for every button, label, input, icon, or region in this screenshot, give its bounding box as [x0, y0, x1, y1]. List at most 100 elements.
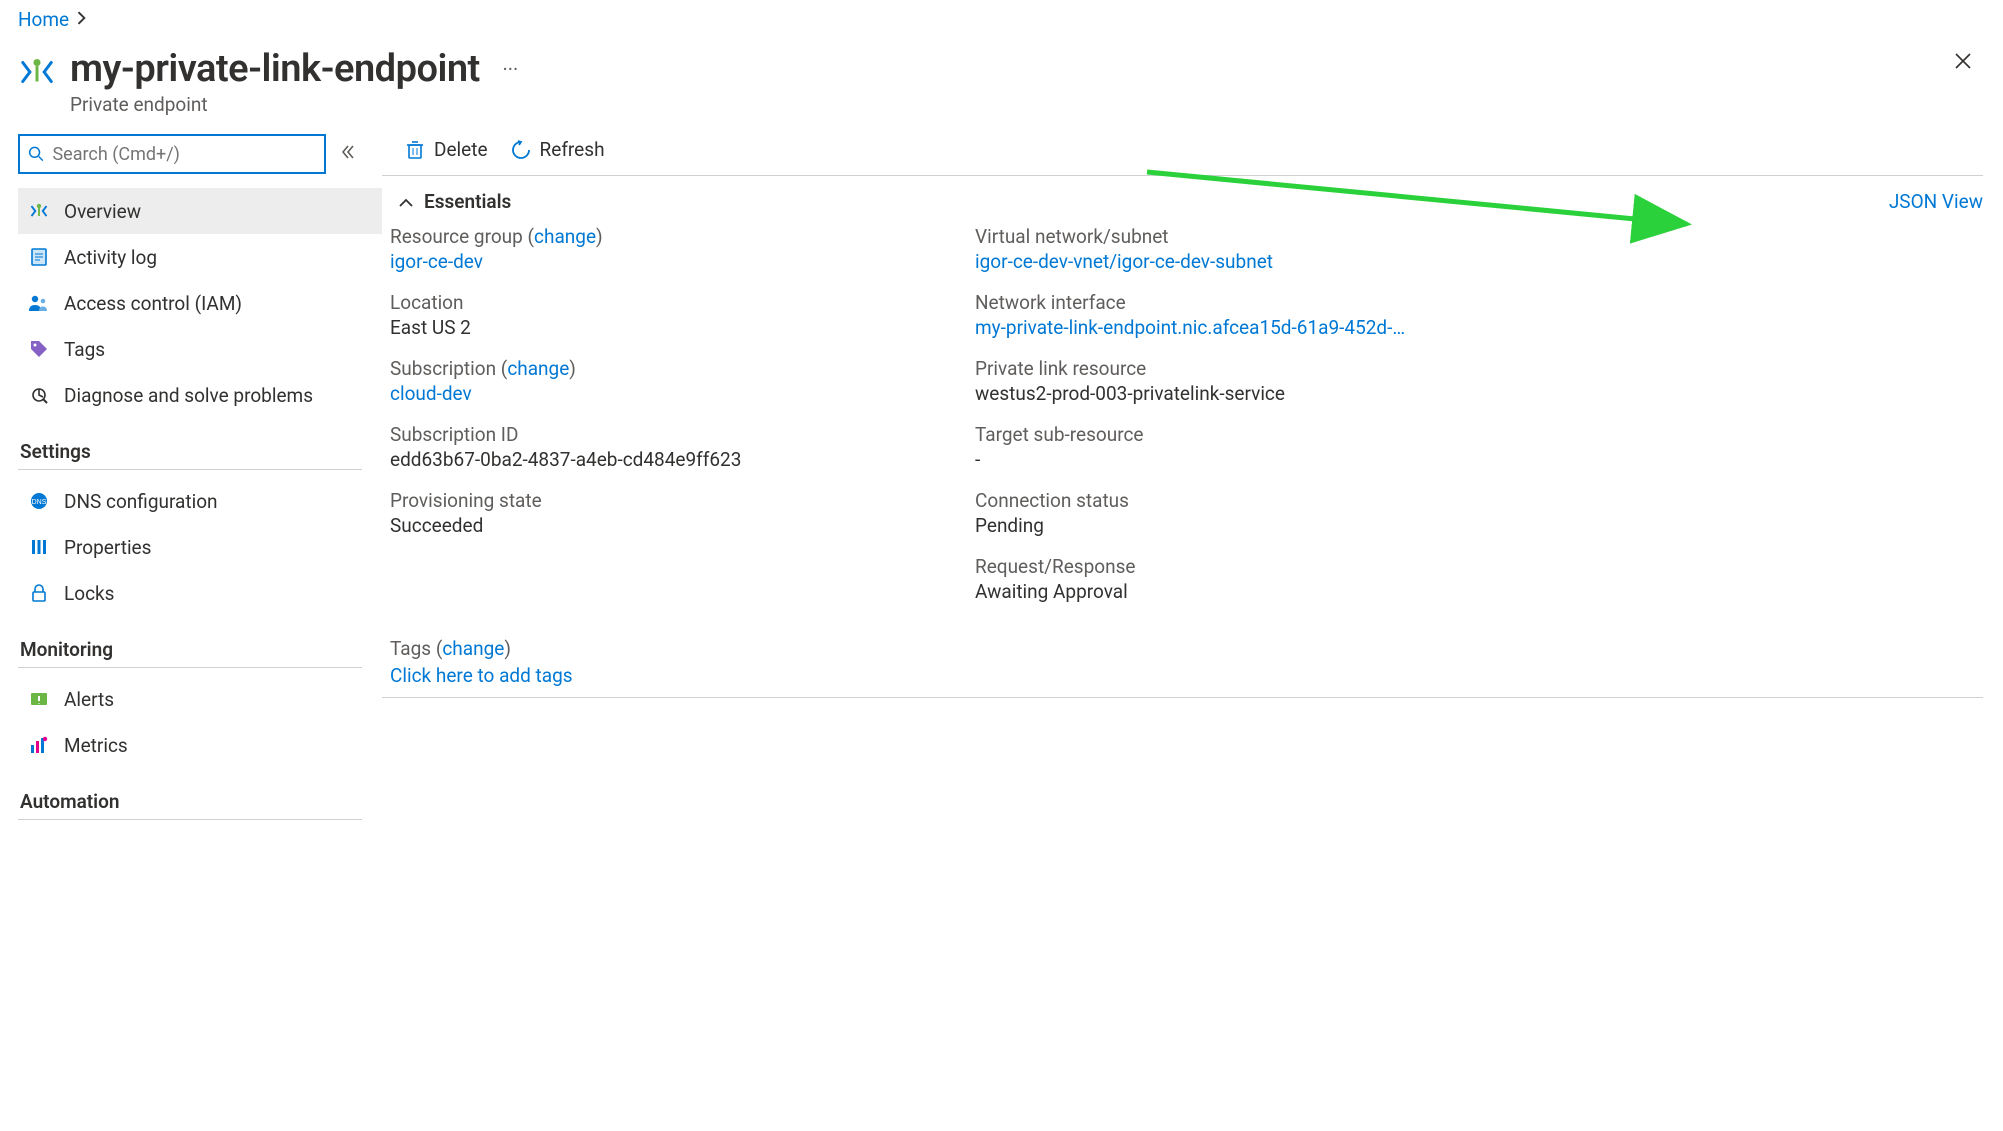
- provisioning-state-value: Succeeded: [390, 514, 935, 537]
- tags-icon: [28, 338, 50, 360]
- field-request-response: Request/Response Awaiting Approval: [975, 555, 1495, 603]
- essentials-label: Essentials: [424, 190, 511, 213]
- nic-label: Network interface: [975, 291, 1495, 314]
- dns-icon: DNS: [28, 490, 50, 512]
- sidebar-group-monitoring: Monitoring: [18, 616, 362, 668]
- field-vnet-subnet: Virtual network/subnet igor-ce-dev-vnet/…: [975, 225, 1495, 273]
- sidebar-item-diagnose[interactable]: Diagnose and solve problems: [18, 372, 382, 418]
- vnet-value[interactable]: igor-ce-dev-vnet/igor-ce-dev-subnet: [975, 250, 1495, 273]
- location-value: East US 2: [390, 316, 935, 339]
- essentials-grid: Resource group (change) igor-ce-dev Loca…: [382, 221, 1983, 621]
- breadcrumb: Home: [0, 0, 2003, 35]
- field-provisioning-state: Provisioning state Succeeded: [390, 489, 935, 537]
- location-label: Location: [390, 291, 935, 314]
- field-resource-group: Resource group (change) igor-ce-dev: [390, 225, 935, 273]
- field-subscription: Subscription (change) cloud-dev: [390, 357, 935, 405]
- diagnose-icon: [28, 384, 50, 406]
- essentials-right-column: Virtual network/subnet igor-ce-dev-vnet/…: [975, 225, 1495, 621]
- req-resp-value: Awaiting Approval: [975, 580, 1495, 603]
- add-tags-link[interactable]: Click here to add tags: [390, 664, 1983, 687]
- close-button[interactable]: [1947, 43, 1979, 83]
- field-location: Location East US 2: [390, 291, 935, 339]
- breadcrumb-home-link[interactable]: Home: [18, 8, 69, 31]
- essentials-header[interactable]: Essentials JSON View: [382, 176, 1983, 221]
- sidebar-item-label: Access control (IAM): [64, 292, 242, 315]
- page-subtitle: Private endpoint: [70, 93, 1985, 116]
- pl-resource-label: Private link resource: [975, 357, 1495, 380]
- sidebar-item-overview[interactable]: Overview: [18, 188, 382, 234]
- resource-group-label: Resource group: [390, 225, 523, 248]
- nic-value[interactable]: my-private-link-endpoint.nic.afcea15d-61…: [975, 316, 1415, 339]
- page-title: my-private-link-endpoint: [70, 47, 480, 91]
- sidebar-item-label: Properties: [64, 536, 151, 559]
- target-sub-label: Target sub-resource: [975, 423, 1495, 446]
- sidebar-item-label: DNS configuration: [64, 490, 218, 513]
- vnet-label: Virtual network/subnet: [975, 225, 1495, 248]
- subscription-label: Subscription: [390, 357, 496, 380]
- sidebar-group-settings: Settings: [18, 418, 362, 470]
- tags-row: Tags (change) Click here to add tags: [382, 621, 1983, 698]
- more-actions-button[interactable]: ···: [503, 57, 519, 81]
- subscription-change-link[interactable]: change: [507, 357, 569, 380]
- alerts-icon: [28, 688, 50, 710]
- refresh-button[interactable]: Refresh: [510, 138, 605, 161]
- sidebar-group-automation: Automation: [18, 768, 362, 820]
- conn-status-value: Pending: [975, 514, 1495, 537]
- refresh-icon: [510, 139, 532, 161]
- pl-resource-value: westus2-prod-003-privatelink-service: [975, 382, 1495, 405]
- sidebar-item-dns-config[interactable]: DNS DNS configuration: [18, 478, 382, 524]
- sidebar-item-label: Alerts: [64, 688, 114, 711]
- refresh-label: Refresh: [540, 138, 605, 161]
- req-resp-label: Request/Response: [975, 555, 1495, 578]
- sidebar-item-label: Metrics: [64, 734, 128, 757]
- field-target-sub-resource: Target sub-resource -: [975, 423, 1495, 471]
- search-input[interactable]: [52, 144, 316, 165]
- json-view-link[interactable]: JSON View: [1889, 190, 1983, 213]
- sidebar-item-activity-log[interactable]: Activity log: [18, 234, 382, 280]
- sidebar-item-access-control[interactable]: Access control (IAM): [18, 280, 382, 326]
- svg-text:DNS: DNS: [32, 499, 47, 506]
- tags-change-link[interactable]: change: [442, 637, 504, 660]
- main-content: Delete Refresh Essentials JSON View: [382, 134, 2003, 698]
- resource-group-change-link[interactable]: change: [534, 225, 596, 248]
- subscription-id-label: Subscription ID: [390, 423, 935, 446]
- private-endpoint-icon: [18, 53, 56, 91]
- conn-status-label: Connection status: [975, 489, 1495, 512]
- toolbar: Delete Refresh: [382, 134, 1983, 176]
- chevron-up-icon: [398, 193, 416, 211]
- search-icon: [28, 145, 44, 163]
- tags-label: Tags: [390, 637, 431, 660]
- collapse-sidebar-button[interactable]: [340, 144, 356, 165]
- sidebar-item-label: Diagnose and solve problems: [64, 384, 313, 407]
- sidebar-item-properties[interactable]: Properties: [18, 524, 382, 570]
- sidebar-item-metrics[interactable]: Metrics: [18, 722, 382, 768]
- field-connection-status: Connection status Pending: [975, 489, 1495, 537]
- subscription-value[interactable]: cloud-dev: [390, 382, 935, 405]
- field-network-interface: Network interface my-private-link-endpoi…: [975, 291, 1495, 339]
- target-sub-value: -: [975, 448, 1495, 471]
- field-subscription-id: Subscription ID edd63b67-0ba2-4837-a4eb-…: [390, 423, 935, 471]
- sidebar-item-label: Locks: [64, 582, 114, 605]
- resource-group-value[interactable]: igor-ce-dev: [390, 250, 935, 273]
- subscription-id-value: edd63b67-0ba2-4837-a4eb-cd484e9ff623: [390, 448, 935, 471]
- field-private-link-resource: Private link resource westus2-prod-003-p…: [975, 357, 1495, 405]
- chevron-right-icon: [77, 10, 87, 29]
- sidebar-item-label: Tags: [64, 338, 105, 361]
- provisioning-state-label: Provisioning state: [390, 489, 935, 512]
- essentials-left-column: Resource group (change) igor-ce-dev Loca…: [390, 225, 935, 621]
- activity-log-icon: [28, 246, 50, 268]
- trash-icon: [404, 139, 426, 161]
- sidebar-item-tags[interactable]: Tags: [18, 326, 382, 372]
- sidebar-item-alerts[interactable]: Alerts: [18, 676, 382, 722]
- search-input-wrapper[interactable]: [18, 134, 326, 174]
- page-header: my-private-link-endpoint ··· Private end…: [0, 35, 2003, 134]
- lock-icon: [28, 582, 50, 604]
- sidebar-item-label: Overview: [64, 200, 141, 223]
- sidebar-item-locks[interactable]: Locks: [18, 570, 382, 616]
- properties-icon: [28, 536, 50, 558]
- delete-label: Delete: [434, 138, 488, 161]
- delete-button[interactable]: Delete: [404, 138, 488, 161]
- sidebar: Overview Activity log Access control (IA…: [0, 134, 382, 828]
- metrics-icon: [28, 734, 50, 756]
- access-control-icon: [28, 292, 50, 314]
